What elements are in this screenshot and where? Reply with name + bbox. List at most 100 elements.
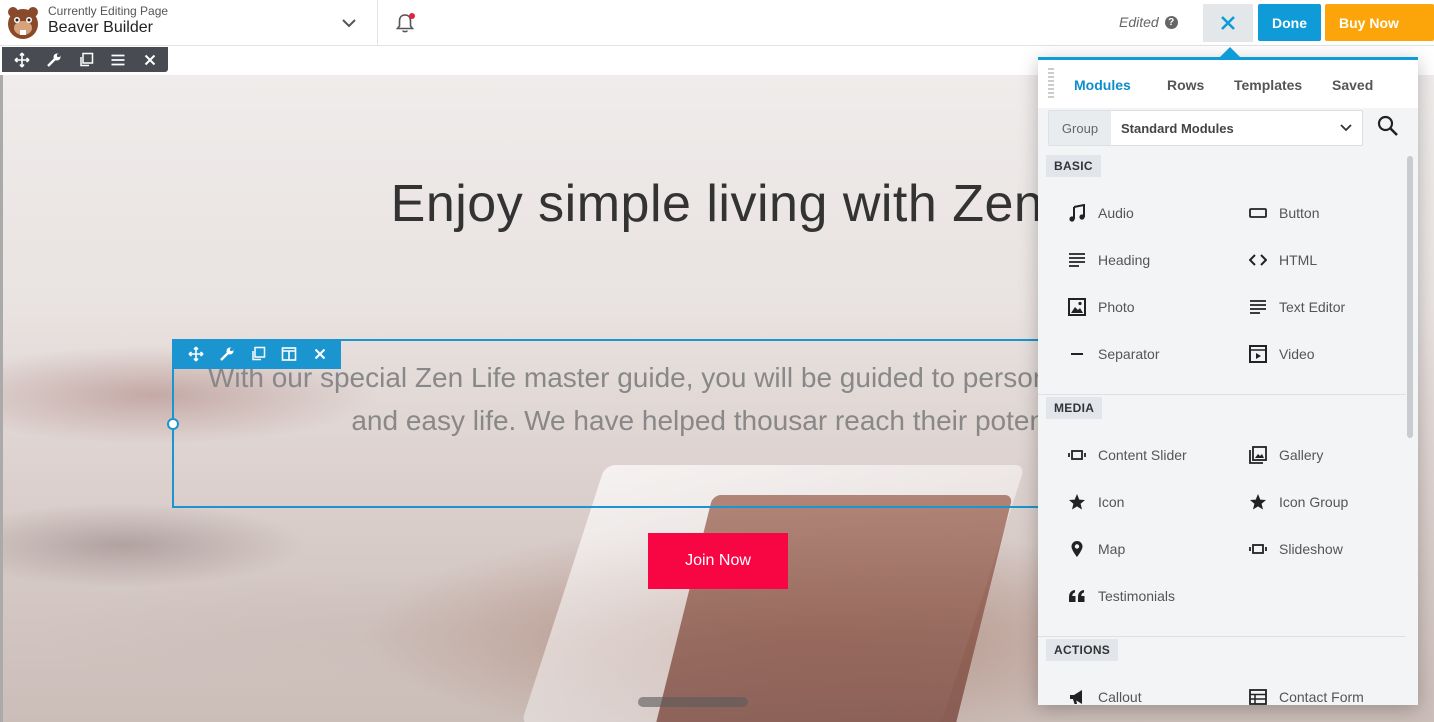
duplicate-icon[interactable] (248, 344, 268, 364)
join-now-button[interactable]: Join Now (648, 533, 788, 589)
remove-row-icon[interactable] (140, 50, 160, 70)
module-photo[interactable]: Photo (1068, 295, 1135, 319)
section-title-media: MEDIA (1046, 397, 1103, 419)
module-label: HTML (1279, 252, 1318, 268)
module-label: Heading (1098, 252, 1151, 268)
search-icon (1377, 115, 1398, 136)
module-label: Slideshow (1279, 541, 1343, 557)
megaphone-icon (1068, 688, 1086, 705)
photo-icon (1068, 298, 1086, 316)
module-label: Text Editor (1279, 299, 1346, 315)
module-label: Callout (1098, 689, 1142, 705)
modules-list: BASIC Audio Button Heading HTML Photo Te… (1038, 153, 1406, 705)
module-search-button[interactable] (1376, 114, 1402, 140)
module-label: Map (1098, 541, 1126, 557)
module-label: Testimonials (1098, 588, 1176, 604)
module-map[interactable]: Map (1068, 537, 1125, 561)
star-icon (1249, 493, 1267, 511)
tab-templates[interactable]: Templates (1234, 77, 1302, 93)
menu-icon[interactable] (108, 50, 128, 70)
module-label: Photo (1098, 299, 1135, 315)
notifications-button[interactable] (392, 10, 418, 36)
module-callout[interactable]: Callout (1068, 685, 1142, 705)
slider-icon (1068, 446, 1086, 464)
help-icon[interactable]: ? (1164, 15, 1178, 29)
module-slideshow[interactable]: Slideshow (1249, 537, 1343, 561)
module-toolbar (172, 339, 341, 369)
module-label: Icon (1098, 494, 1125, 510)
background-image-detail (638, 697, 748, 707)
slider-icon (1249, 540, 1267, 558)
move-icon[interactable] (186, 344, 206, 364)
section-divider (1038, 636, 1406, 637)
separator-icon (1068, 345, 1086, 363)
page-switcher-dropdown[interactable] (336, 10, 362, 36)
module-gallery[interactable]: Gallery (1249, 443, 1323, 467)
module-testimonials[interactable]: Testimonials (1068, 584, 1175, 608)
map-pin-icon (1068, 540, 1086, 558)
tab-modules[interactable]: Modules (1074, 77, 1131, 93)
duplicate-icon[interactable] (76, 50, 96, 70)
section-title-actions: ACTIONS (1046, 639, 1119, 661)
code-icon (1249, 251, 1267, 269)
move-icon[interactable] (12, 50, 32, 70)
module-audio[interactable]: Audio (1068, 201, 1134, 225)
module-label: Content Slider (1098, 447, 1187, 463)
module-icon[interactable]: Icon (1068, 490, 1124, 514)
modules-panel: Modules Rows Templates Saved Group Stand… (1038, 57, 1418, 705)
page-title: Beaver Builder (48, 19, 153, 36)
panel-header: Modules Rows Templates Saved (1038, 60, 1418, 108)
editing-label: Currently Editing Page (48, 4, 169, 18)
module-separator[interactable]: Separator (1068, 342, 1159, 366)
section-title-basic: BASIC (1046, 155, 1101, 177)
remove-module-icon[interactable] (310, 344, 330, 364)
text-editor-icon (1249, 298, 1267, 316)
module-label: Button (1279, 205, 1320, 221)
background-image-laptop-cover (653, 495, 1013, 722)
edit-status-label: Edited (1119, 14, 1159, 30)
top-bar: Currently Editing Page Beaver Builder Ed… (0, 0, 1434, 46)
module-heading[interactable]: Heading (1068, 248, 1150, 272)
star-icon (1068, 493, 1086, 511)
wrench-icon[interactable] (44, 50, 64, 70)
notification-dot (409, 13, 415, 19)
beaver-logo-icon[interactable] (4, 4, 42, 42)
gallery-icon (1249, 446, 1267, 464)
module-label: Separator (1098, 346, 1160, 362)
module-label: Icon Group (1279, 494, 1349, 510)
topbar-divider (377, 0, 378, 46)
module-html[interactable]: HTML (1249, 248, 1317, 272)
module-label: Gallery (1279, 447, 1324, 463)
wrench-icon[interactable] (217, 344, 237, 364)
buy-now-button[interactable]: Buy Now (1325, 4, 1434, 41)
group-select-row: Group Standard Modules (1048, 110, 1363, 146)
heading-icon (1068, 251, 1086, 269)
panel-drag-handle[interactable] (1048, 68, 1054, 100)
done-button[interactable]: Done (1258, 4, 1321, 41)
module-icon-group[interactable]: Icon Group (1249, 490, 1348, 514)
module-button[interactable]: Button (1249, 201, 1319, 225)
module-resize-handle[interactable] (167, 418, 179, 430)
group-select[interactable]: Standard Modules (1111, 111, 1362, 145)
quote-icon (1068, 587, 1086, 605)
chevron-down-icon (342, 18, 356, 27)
columns-icon[interactable] (279, 344, 299, 364)
module-contact-form[interactable]: Contact Form (1249, 685, 1364, 705)
group-select-value: Standard Modules (1121, 120, 1234, 136)
module-text-editor[interactable]: Text Editor (1249, 295, 1345, 319)
chevron-down-icon (1340, 124, 1352, 132)
module-content-slider[interactable]: Content Slider (1068, 443, 1187, 467)
module-label: Video (1279, 346, 1315, 362)
close-panel-button[interactable] (1203, 4, 1253, 42)
video-icon (1249, 345, 1267, 363)
module-video[interactable]: Video (1249, 342, 1315, 366)
panel-scrollbar[interactable] (1407, 156, 1413, 438)
close-icon (1221, 16, 1235, 30)
tab-rows[interactable]: Rows (1167, 77, 1204, 93)
button-icon (1249, 204, 1267, 222)
group-label: Group (1049, 111, 1111, 145)
tab-saved[interactable]: Saved (1332, 77, 1373, 93)
music-note-icon (1068, 204, 1086, 222)
module-label: Contact Form (1279, 689, 1364, 705)
module-label: Audio (1098, 205, 1134, 221)
